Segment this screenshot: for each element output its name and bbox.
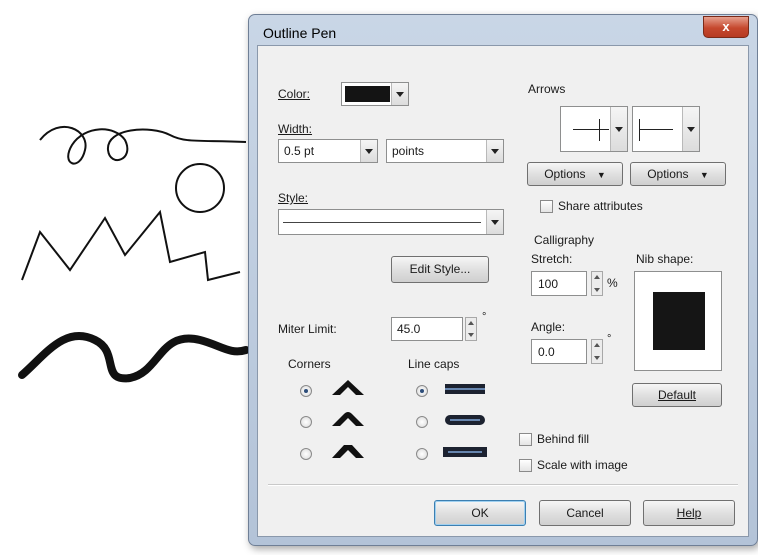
square-cap-icon: [443, 447, 487, 457]
chevron-down-icon: [360, 140, 377, 162]
butt-cap-icon: [445, 384, 485, 394]
angle-spinner[interactable]: [591, 339, 603, 364]
cap-square-radio[interactable]: [416, 448, 428, 460]
angle-unit: °: [607, 333, 612, 345]
nib-square-icon: [653, 292, 705, 350]
bevel-corner-icon: [332, 445, 364, 458]
outline-pen-dialog: Outline Pen x Color: Width: 0.5 pt point…: [248, 14, 758, 546]
end-arrow-options-button[interactable]: Options ▼: [630, 162, 726, 186]
angle-input[interactable]: 0.0: [531, 339, 587, 364]
width-units-value: points: [392, 144, 425, 158]
round-corner-icon: [332, 412, 364, 426]
miter-spinner[interactable]: [465, 317, 477, 341]
scale-with-image-label: Scale with image: [537, 458, 628, 472]
caret-down-icon: ▼: [596, 170, 606, 180]
stretch-spinner[interactable]: [591, 271, 603, 296]
behind-fill-label: Behind fill: [537, 432, 590, 446]
miter-unit: °: [482, 311, 487, 323]
cancel-button[interactable]: Cancel: [539, 500, 631, 526]
color-swatch: [345, 86, 390, 102]
caret-down-icon: ▼: [699, 170, 709, 180]
width-value: 0.5 pt: [284, 144, 315, 158]
style-select[interactable]: [278, 209, 504, 235]
start-arrow-options-label: Options: [544, 167, 586, 181]
width-label: Width:: [278, 122, 313, 136]
stretch-value: 100: [538, 277, 559, 291]
close-button[interactable]: x: [703, 16, 749, 38]
dialog-title: Outline Pen: [263, 25, 337, 41]
cancel-label: Cancel: [566, 506, 604, 520]
stretch-unit: %: [607, 276, 618, 290]
cap-butt-radio[interactable]: [416, 385, 428, 397]
chevron-down-icon: [486, 140, 503, 162]
share-attributes-label: Share attributes: [558, 199, 643, 213]
color-label: Color:: [278, 87, 311, 101]
end-arrow-select[interactable]: [632, 106, 700, 152]
chevron-down-icon: [610, 107, 627, 151]
sample-strokes-illustration: [18, 125, 250, 383]
stretch-input[interactable]: 100: [531, 271, 587, 296]
arrows-label: Arrows: [528, 82, 566, 96]
round-cap-icon: [445, 415, 485, 425]
line-preview-icon: [639, 129, 673, 130]
line-tick-icon: [639, 119, 640, 141]
miter-limit-input[interactable]: 45.0: [391, 317, 463, 341]
miter-corner-icon: [332, 380, 364, 395]
default-button[interactable]: Default: [632, 383, 722, 407]
corner-round-radio[interactable]: [300, 416, 312, 428]
nib-shape-preview[interactable]: [634, 271, 722, 371]
share-attributes-checkbox[interactable]: [540, 200, 553, 213]
calligraphy-label: Calligraphy: [534, 233, 595, 247]
scale-with-image-checkbox[interactable]: [519, 459, 532, 472]
color-picker[interactable]: [341, 82, 409, 106]
ok-button[interactable]: OK: [434, 500, 526, 526]
cap-round-radio[interactable]: [416, 416, 428, 428]
ok-label: OK: [471, 506, 489, 520]
bottom-divider: [268, 484, 738, 486]
corner-bevel-radio[interactable]: [300, 448, 312, 460]
end-arrow-options-label: Options: [647, 167, 689, 181]
default-label: Default: [657, 388, 697, 402]
chevron-down-icon: [682, 107, 699, 151]
width-select[interactable]: 0.5 pt: [278, 139, 378, 163]
edit-style-button[interactable]: Edit Style...: [391, 256, 489, 283]
start-arrow-options-button[interactable]: Options ▼: [527, 162, 623, 186]
chevron-down-icon: [391, 83, 408, 105]
line-tick-icon: [599, 119, 600, 141]
solid-line-preview: [283, 222, 481, 223]
line-caps-label: Line caps: [408, 357, 460, 371]
help-button[interactable]: Help: [643, 500, 735, 526]
stretch-label: Stretch:: [531, 252, 573, 266]
angle-value: 0.0: [538, 345, 555, 359]
miter-limit-value: 45.0: [397, 322, 421, 336]
miter-limit-label: Miter Limit:: [278, 322, 337, 336]
corners-label: Corners: [288, 357, 331, 371]
width-units-select[interactable]: points: [386, 139, 504, 163]
start-arrow-select[interactable]: [560, 106, 628, 152]
behind-fill-checkbox[interactable]: [519, 433, 532, 446]
line-preview-icon: [573, 129, 609, 130]
nib-shape-label: Nib shape:: [636, 252, 694, 266]
angle-label: Angle:: [531, 320, 566, 334]
chevron-down-icon: [486, 210, 503, 234]
style-label: Style:: [278, 191, 309, 205]
dialog-client-area: Color: Width: 0.5 pt points Style: Edit …: [257, 45, 749, 537]
edit-style-label: Edit Style...: [409, 262, 471, 276]
help-label: Help: [676, 506, 702, 520]
corner-miter-radio[interactable]: [300, 385, 312, 397]
